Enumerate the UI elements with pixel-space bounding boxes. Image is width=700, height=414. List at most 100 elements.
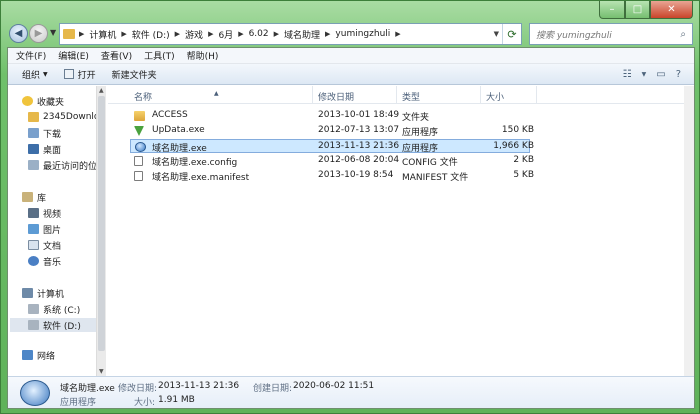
nav-favorites[interactable]: 收藏夹 — [22, 94, 64, 108]
nav-item-documents[interactable]: 文档 — [28, 238, 61, 252]
help-icon[interactable]: ? — [676, 69, 681, 80]
maximize-button[interactable]: □ — [625, 1, 650, 19]
column-name[interactable]: 名称 — [134, 90, 152, 103]
file-row-access[interactable]: ACCESS 2013-10-01 18:49 文件夹 — [130, 109, 530, 123]
document-icon — [134, 171, 143, 181]
breadcrumb-drive-d[interactable]: 软件 (D:) — [128, 24, 174, 44]
update-icon — [134, 126, 144, 136]
new-folder-label: 新建文件夹 — [111, 70, 157, 81]
refresh-button[interactable]: ⟳ — [502, 24, 521, 44]
nav-item-music[interactable]: 音乐 — [28, 254, 61, 268]
menu-view[interactable]: 查看(V) — [95, 49, 138, 62]
column-divider[interactable] — [536, 86, 537, 104]
file-type: MANIFEST 文件 — [402, 173, 469, 183]
nav-computer[interactable]: 计算机 — [22, 286, 64, 300]
open-button[interactable]: 打开 — [56, 64, 104, 84]
chevron-right-icon[interactable]: ▶ — [237, 30, 244, 38]
preview-pane-icon[interactable]: ▭ — [656, 69, 665, 80]
menu-tools[interactable]: 工具(T) — [138, 49, 181, 62]
scrollbar-thumb[interactable] — [98, 96, 105, 351]
menu-edit[interactable]: 编辑(E) — [52, 49, 95, 62]
back-button[interactable]: ◀ — [9, 24, 28, 43]
column-size[interactable]: 大小 — [486, 90, 504, 103]
file-list-scrollbar[interactable] — [684, 86, 694, 376]
breadcrumb-yumingzhuli[interactable]: yumingzhuli — [331, 24, 394, 44]
menu-file[interactable]: 文件(F) — [10, 49, 52, 62]
column-divider[interactable] — [312, 86, 313, 104]
nav-label: 文档 — [43, 241, 62, 252]
breadcrumb-yumingzhuli-cn[interactable]: 域名助理 — [280, 24, 324, 44]
chevron-right-icon[interactable]: ▶ — [273, 30, 280, 38]
nav-label: 系统 (C:) — [43, 305, 81, 316]
minimize-button[interactable]: – — [599, 1, 625, 19]
view-options-icon[interactable]: ☷ — [623, 69, 632, 80]
window-controls: – □ ✕ — [599, 1, 693, 19]
recent-pages-dropdown[interactable]: ▼ — [50, 28, 56, 37]
network-icon — [22, 350, 33, 360]
file-size: 150 KB — [501, 125, 534, 135]
file-date: 2013-10-01 18:49 — [318, 110, 400, 120]
nav-label: 下载 — [43, 129, 62, 140]
file-row-manifest[interactable]: 域名助理.exe.manifest 2013-10-19 8:54 MANIFE… — [130, 169, 534, 183]
breadcrumb-games[interactable]: 游戏 — [181, 24, 207, 44]
nav-network[interactable]: 网络 — [22, 348, 55, 362]
chevron-right-icon[interactable]: ▶ — [174, 30, 181, 38]
details-pane: 域名助理.exe 修改日期: 2013-11-13 21:36 创建日期: 20… — [8, 376, 694, 408]
close-button[interactable]: ✕ — [650, 1, 693, 19]
navigation-bar: ◀ ▶ ▼ ▶ 计算机 ▶ 软件 (D:) ▶ 游戏 ▶ 6月 ▶ 6.02 ▶… — [7, 23, 693, 45]
address-bar[interactable]: ▶ 计算机 ▶ 软件 (D:) ▶ 游戏 ▶ 6月 ▶ 6.02 ▶ 域名助理 … — [59, 23, 522, 45]
scroll-down-icon[interactable]: ▼ — [99, 368, 104, 375]
nav-item-pictures[interactable]: 图片 — [28, 222, 61, 236]
file-name: 域名助理.exe.manifest — [152, 173, 250, 183]
address-dropdown-icon[interactable]: ▼ — [494, 30, 499, 38]
folder-icon — [28, 112, 39, 122]
nav-label: 音乐 — [43, 257, 62, 268]
chevron-down-icon[interactable]: ▼ — [642, 71, 647, 78]
menu-help[interactable]: 帮助(H) — [181, 49, 225, 62]
file-row-config[interactable]: 域名助理.exe.config 2012-06-08 20:04 CONFIG … — [130, 154, 534, 168]
music-icon — [28, 256, 39, 266]
nav-item-drive-d[interactable]: 软件 (D:) — [10, 318, 96, 332]
nav-label: 软件 (D:) — [43, 321, 81, 332]
star-icon — [22, 96, 33, 106]
command-bar: 组织 ▼ 打开 新建文件夹 ☷ ▼ ▭ ? — [8, 64, 694, 85]
breadcrumb-computer[interactable]: 计算机 — [85, 24, 120, 44]
organize-button[interactable]: 组织 ▼ — [14, 64, 56, 84]
search-icon[interactable]: ⌕ — [680, 29, 686, 40]
open-label: 打开 — [77, 70, 96, 81]
download-folder-icon — [28, 128, 39, 138]
column-date[interactable]: 修改日期 — [318, 90, 354, 103]
chevron-right-icon[interactable]: ▶ — [394, 30, 401, 38]
scroll-up-icon[interactable]: ▲ — [99, 87, 104, 94]
search-input[interactable]: 搜索 yumingzhuli ⌕ — [529, 23, 693, 45]
column-divider[interactable] — [480, 86, 481, 104]
nav-item-2345downloads[interactable]: 2345Downloads — [28, 110, 105, 124]
chevron-right-icon[interactable]: ▶ — [324, 30, 331, 38]
chevron-right-icon[interactable]: ▶ — [78, 30, 85, 38]
chevron-right-icon[interactable]: ▶ — [120, 30, 127, 38]
chevron-right-icon[interactable]: ▶ — [207, 30, 214, 38]
new-folder-button[interactable]: 新建文件夹 — [104, 64, 165, 84]
nav-item-drive-c[interactable]: 系统 (C:) — [28, 302, 80, 316]
nav-item-videos[interactable]: 视频 — [28, 206, 61, 220]
nav-libraries[interactable]: 库 — [22, 190, 46, 204]
column-type[interactable]: 类型 — [402, 90, 420, 103]
nav-item-recent[interactable]: 最近访问的位置 — [28, 158, 105, 172]
breadcrumb-june[interactable]: 6月 — [214, 24, 237, 44]
file-name: 域名助理.exe — [152, 144, 207, 154]
breadcrumb-602[interactable]: 6.02 — [245, 24, 273, 44]
details-file-name: 域名助理.exe — [60, 384, 115, 394]
file-type: 应用程序 — [402, 144, 439, 154]
nav-item-desktop[interactable]: 桌面 — [28, 142, 61, 156]
open-icon — [63, 69, 74, 79]
column-divider[interactable] — [396, 86, 397, 104]
nav-label: 视频 — [43, 209, 62, 220]
forward-button[interactable]: ▶ — [29, 24, 48, 43]
app-icon — [20, 380, 50, 406]
file-row-updata[interactable]: UpData.exe 2012-07-13 13:07 应用程序 150 KB — [130, 124, 534, 138]
navigation-scrollbar[interactable]: ▲ ▼ — [96, 86, 106, 376]
nav-label: 桌面 — [43, 145, 62, 156]
file-row-yumingzhuli-exe[interactable]: 域名助理.exe 2013-11-13 21:36 应用程序 1,966 KB — [130, 139, 534, 154]
nav-item-downloads[interactable]: 下载 — [28, 126, 61, 140]
file-date: 2013-10-19 8:54 — [318, 170, 394, 180]
